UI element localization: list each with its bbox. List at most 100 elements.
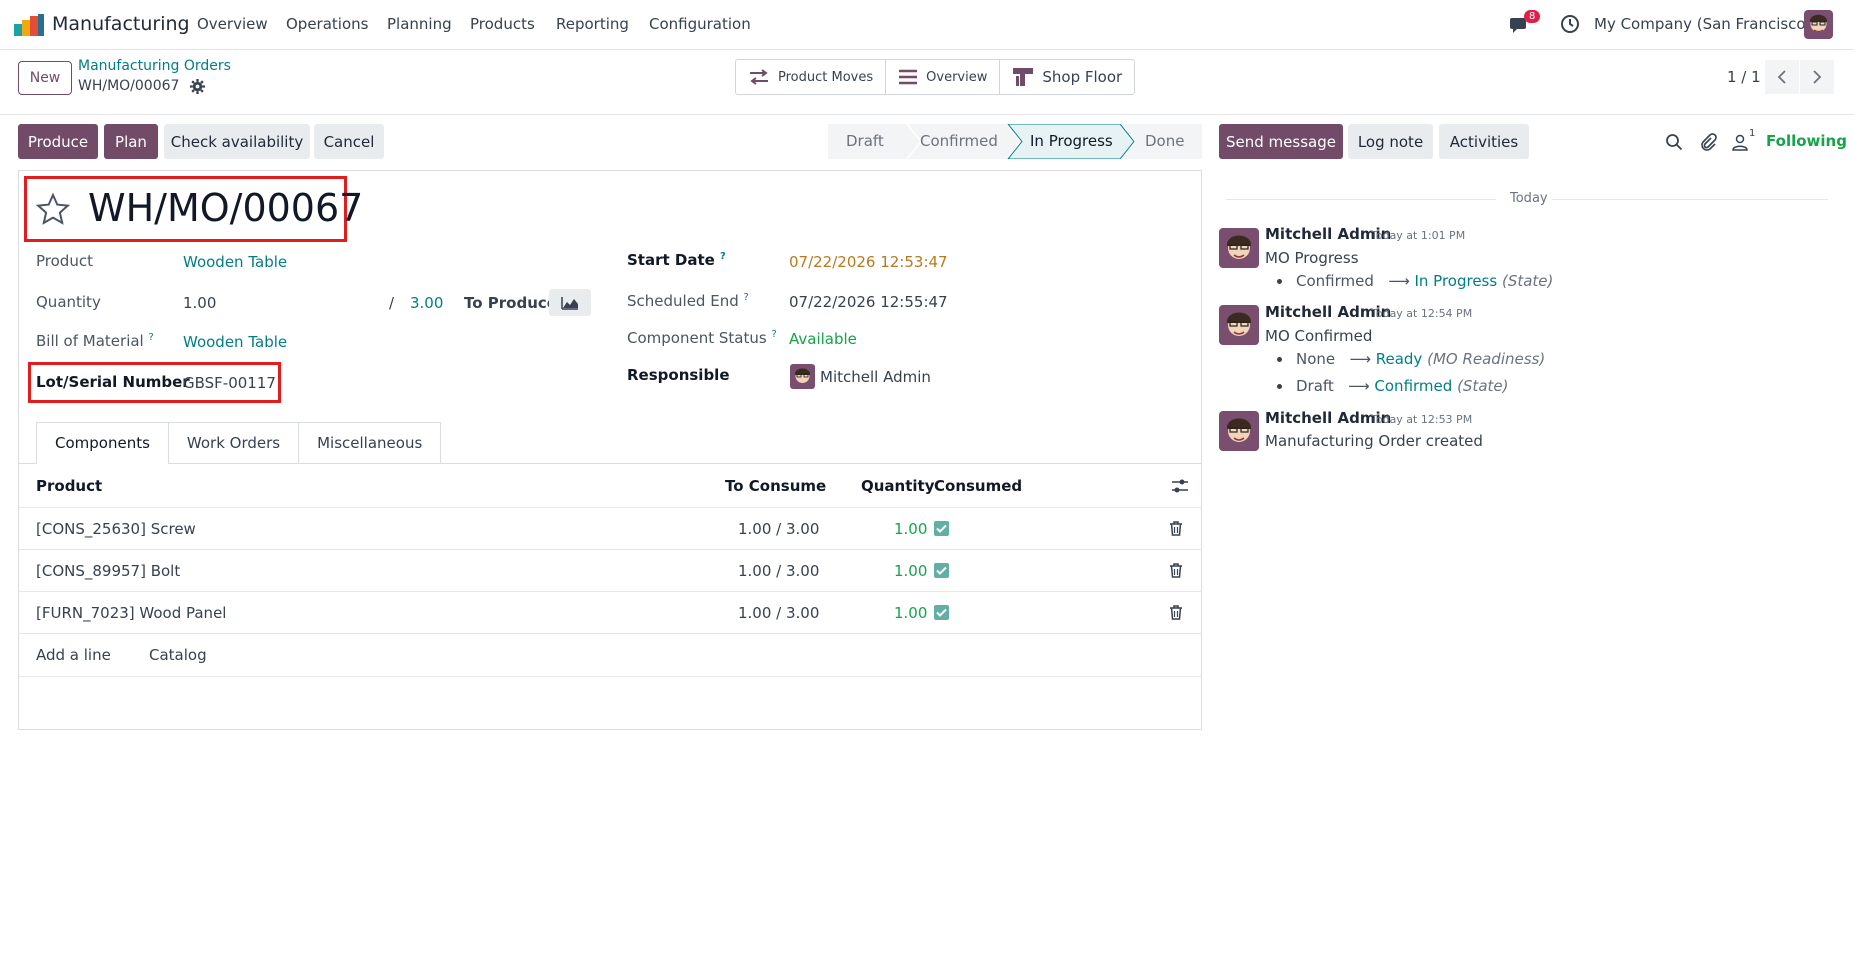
message-time: Today at 12:54 PM <box>1371 307 1473 320</box>
row-quantity[interactable]: 1.00 <box>894 562 927 580</box>
scheduled-end-help-icon[interactable]: ? <box>744 292 749 303</box>
pager-value[interactable]: 1 / 1 <box>1727 68 1761 86</box>
message-avatar[interactable] <box>1219 228 1259 268</box>
bom-label-text: Bill of Material <box>36 332 144 350</box>
breadcrumb-current: WH/MO/00067 <box>78 78 180 94</box>
overview-button[interactable]: Overview <box>886 60 1001 94</box>
consumed-checkbox[interactable] <box>934 563 949 578</box>
column-product[interactable]: Product <box>36 477 102 495</box>
check-icon <box>936 608 947 617</box>
pager-previous-button[interactable] <box>1765 60 1799 94</box>
quantity-input[interactable]: 1.00 <box>183 294 216 312</box>
column-to-consume[interactable]: To Consume <box>725 477 826 495</box>
search-icon[interactable] <box>1665 133 1683 151</box>
consumed-checkbox[interactable] <box>934 605 949 620</box>
following-button[interactable]: Following <box>1766 132 1847 150</box>
bullet <box>1277 384 1282 389</box>
chevron-right-icon <box>1813 70 1822 84</box>
check-icon <box>936 524 947 533</box>
stage-done[interactable]: Done <box>1145 132 1184 150</box>
scheduled-end-label-text: Scheduled End <box>627 292 739 310</box>
column-consumed[interactable]: Consumed <box>934 477 1022 495</box>
company-switcher[interactable]: My Company (San Francisco) <box>1594 15 1811 33</box>
gear-icon[interactable] <box>190 79 205 94</box>
start-date-value[interactable]: 07/22/2026 12:53:47 <box>789 253 948 271</box>
quantity-total[interactable]: 3.00 <box>410 294 443 312</box>
tracking-field: (State) <box>1501 272 1554 290</box>
bom-value[interactable]: Wooden Table <box>183 333 287 351</box>
tab-work-orders[interactable]: Work Orders <box>167 422 300 464</box>
tracking-field: (MO Readiness) <box>1427 350 1546 368</box>
bom-label: Bill of Material ? <box>36 332 154 350</box>
responsible-value[interactable]: Mitchell Admin <box>820 368 931 386</box>
consumed-checkbox[interactable] <box>934 521 949 536</box>
star-icon[interactable] <box>35 192 71 228</box>
stage-in-progress[interactable]: In Progress <box>1030 132 1113 150</box>
catalog-link[interactable]: Catalog <box>149 646 207 664</box>
message-time: Today at 12:53 PM <box>1371 413 1473 426</box>
menu-products[interactable]: Products <box>470 15 535 33</box>
menu-configuration[interactable]: Configuration <box>649 15 751 33</box>
trash-icon[interactable] <box>1169 563 1183 578</box>
plan-button[interactable]: Plan <box>104 124 158 159</box>
log-note-button[interactable]: Log note <box>1348 124 1433 159</box>
cancel-button[interactable]: Cancel <box>314 124 384 159</box>
component-status-help-icon[interactable]: ? <box>771 329 776 340</box>
row-product[interactable]: [CONS_89957] Bolt <box>36 562 180 580</box>
optional-columns-icon[interactable] <box>1171 478 1189 494</box>
record-title[interactable]: WH/MO/00067 <box>88 186 363 230</box>
paperclip-icon[interactable] <box>1699 133 1717 151</box>
area-chart-icon <box>561 296 578 310</box>
message-avatar[interactable] <box>1219 305 1259 345</box>
menu-reporting[interactable]: Reporting <box>556 15 629 33</box>
lot-label: Lot/Serial Number <box>36 373 190 391</box>
stage-draft[interactable]: Draft <box>846 132 884 150</box>
scheduled-end-label: Scheduled End ? <box>627 292 749 310</box>
shop-floor-button[interactable]: Shop Floor <box>1000 60 1134 94</box>
start-date-help-icon[interactable]: ? <box>720 251 726 262</box>
clock-icon[interactable] <box>1560 14 1580 34</box>
trash-icon[interactable] <box>1169 521 1183 536</box>
tracking-value: None ⟶ Ready (MO Readiness) <box>1296 350 1545 368</box>
lot-value[interactable]: GBSF-00117 <box>183 374 276 392</box>
shop-floor-label: Shop Floor <box>1042 68 1123 86</box>
row-quantity[interactable]: 1.00 <box>894 520 927 538</box>
pager-next-button[interactable] <box>1800 60 1834 94</box>
tab-components[interactable]: Components <box>36 422 169 464</box>
activities-button[interactable]: Activities <box>1439 124 1529 159</box>
component-status-value: Available <box>789 330 857 348</box>
start-date-label-text: Start Date <box>627 251 715 269</box>
send-message-button[interactable]: Send message <box>1219 124 1343 159</box>
header-divider <box>18 507 1202 508</box>
top-navbar: Manufacturing Overview Operations Planni… <box>0 0 1854 50</box>
add-line-link[interactable]: Add a line <box>36 646 111 664</box>
scheduled-end-value[interactable]: 07/22/2026 12:55:47 <box>789 293 948 311</box>
bom-help-icon[interactable]: ? <box>149 332 154 343</box>
app-name[interactable]: Manufacturing <box>52 13 190 35</box>
stage-confirmed[interactable]: Confirmed <box>920 132 998 150</box>
column-quantity[interactable]: Quantity <box>861 477 935 495</box>
check-availability-button[interactable]: Check availability <box>164 124 310 159</box>
tab-miscellaneous[interactable]: Miscellaneous <box>298 422 442 464</box>
manufacturing-app-icon[interactable] <box>14 14 44 36</box>
arrow-right-icon: ⟶ <box>1339 350 1376 368</box>
row-quantity[interactable]: 1.00 <box>894 604 927 622</box>
product-value[interactable]: Wooden Table <box>183 253 287 271</box>
arrow-right-icon: ⟶ <box>1338 377 1375 395</box>
menu-overview[interactable]: Overview <box>197 15 268 33</box>
row-product[interactable]: [CONS_25630] Screw <box>36 520 196 538</box>
followers-icon[interactable] <box>1731 133 1749 151</box>
trash-icon[interactable] <box>1169 605 1183 620</box>
message-body: MO Confirmed <box>1265 327 1373 345</box>
new-button[interactable]: New <box>18 61 72 95</box>
breadcrumb-parent[interactable]: Manufacturing Orders <box>78 58 231 74</box>
produce-button[interactable]: Produce <box>18 124 98 159</box>
forecast-button[interactable] <box>549 289 591 316</box>
row-to-consume: 1.00 / 3.00 <box>738 604 820 622</box>
menu-operations[interactable]: Operations <box>286 15 368 33</box>
product-moves-button[interactable]: Product Moves <box>736 60 887 94</box>
menu-planning[interactable]: Planning <box>387 15 452 33</box>
row-product[interactable]: [FURN_7023] Wood Panel <box>36 604 226 622</box>
user-avatar[interactable] <box>1804 10 1833 39</box>
message-avatar[interactable] <box>1219 411 1259 451</box>
